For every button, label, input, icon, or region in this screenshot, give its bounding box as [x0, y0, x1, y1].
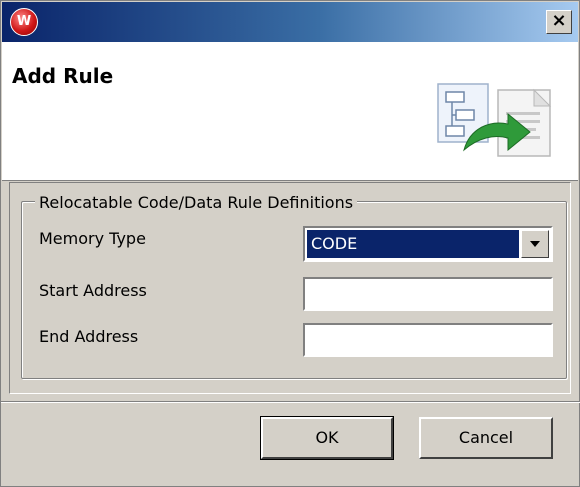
chevron-down-icon[interactable] [521, 230, 549, 258]
page-title: Add Rule [12, 64, 114, 88]
start-address-label: Start Address [39, 281, 147, 300]
ok-button[interactable]: OK [260, 416, 394, 460]
group-legend: Relocatable Code/Data Rule Definitions [35, 193, 358, 212]
end-address-label: End Address [39, 327, 139, 346]
close-button[interactable]: × [546, 10, 572, 34]
button-separator [1, 401, 580, 403]
end-address-field[interactable] [303, 323, 553, 357]
memory-type-select[interactable]: CODE [303, 226, 553, 262]
cancel-button[interactable]: Cancel [419, 417, 553, 459]
memory-type-label: Memory Type [39, 229, 146, 248]
memory-type-value: CODE [307, 230, 519, 258]
dialog-header: Add Rule [2, 42, 578, 181]
add-rule-dialog: W × Add Rule Relocatable Code/Data Rule … [0, 0, 580, 487]
rule-wizard-icon [437, 83, 552, 157]
title-bar[interactable]: W × [2, 2, 578, 42]
app-logo-icon: W [10, 8, 38, 36]
app-logo-letter: W [16, 14, 32, 29]
start-address-field[interactable] [303, 277, 553, 311]
close-icon: × [551, 10, 567, 31]
